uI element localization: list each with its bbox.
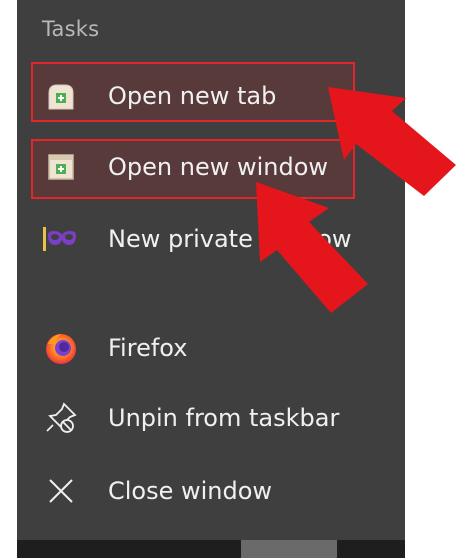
close-window-label: Close window xyxy=(108,477,273,505)
private-mask-icon xyxy=(41,219,81,259)
close-icon xyxy=(41,471,81,511)
firefox-label: Firefox xyxy=(108,334,188,362)
firefox-icon xyxy=(41,328,81,368)
menu-item-open-new-window[interactable]: Open new window xyxy=(17,137,405,197)
menu-item-close-window[interactable]: Close window xyxy=(17,461,405,521)
menu-item-firefox[interactable]: Firefox xyxy=(17,318,405,378)
menu-item-open-new-tab[interactable]: Open new tab xyxy=(17,66,405,126)
open-new-window-label: Open new window xyxy=(108,153,329,181)
unpin-icon xyxy=(41,398,81,438)
new-private-window-label: New private window xyxy=(108,225,352,253)
taskbar-active-app[interactable] xyxy=(241,540,337,558)
menu-item-unpin-from-taskbar[interactable]: Unpin from taskbar xyxy=(17,388,405,448)
new-window-icon xyxy=(41,147,81,187)
menu-divider xyxy=(17,302,405,303)
taskbar xyxy=(17,540,405,558)
menu-item-new-private-window[interactable]: New private window xyxy=(17,209,405,269)
open-new-tab-label: Open new tab xyxy=(108,82,277,110)
new-tab-icon xyxy=(41,76,81,116)
unpin-from-taskbar-label: Unpin from taskbar xyxy=(108,404,340,432)
tasks-section-title: Tasks xyxy=(42,17,100,41)
